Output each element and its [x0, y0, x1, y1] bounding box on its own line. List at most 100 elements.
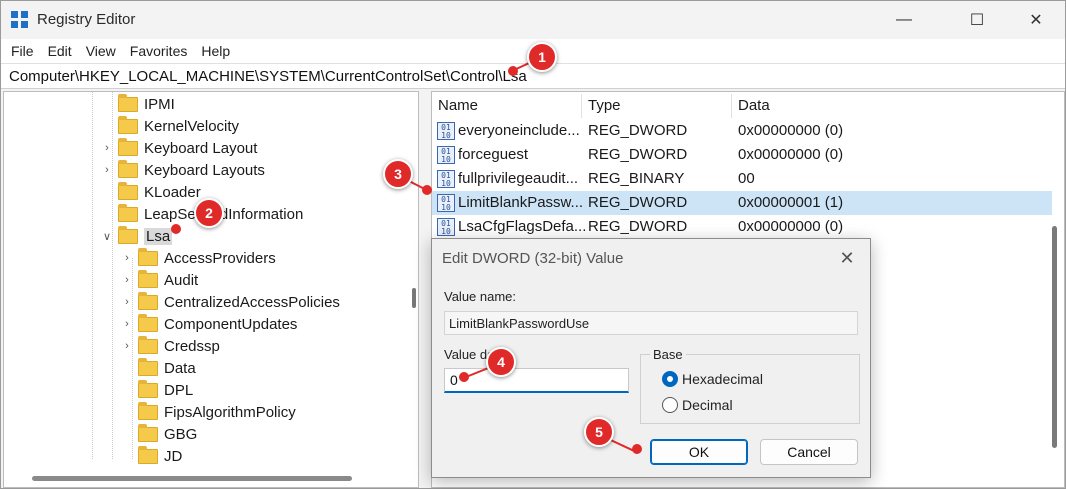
annotation-dot-4 — [459, 372, 469, 382]
value-name-label: Value name: — [444, 289, 517, 304]
annotation-dot-1 — [508, 66, 518, 76]
tree-node-lsa[interactable]: ∨ Lsa — [103, 225, 173, 247]
folder-icon — [118, 159, 138, 178]
menu-file[interactable]: File — [11, 43, 34, 59]
cell-data: 0x00000000 (0) — [738, 218, 844, 235]
dialog-close-button[interactable]: ✕ — [834, 245, 860, 271]
registry-value-icon: 01 10 — [437, 194, 455, 212]
chevron-right-icon[interactable]: › — [101, 164, 113, 176]
tree-node-ipmi[interactable]: IPMI — [118, 93, 175, 115]
cell-type: REG_DWORD — [588, 218, 688, 235]
menu-view[interactable]: View — [86, 43, 116, 59]
hexadecimal-radio[interactable] — [662, 371, 678, 387]
menu-help[interactable]: Help — [201, 43, 230, 59]
key-tree-panel[interactable]: IPMI KernelVelocity › Keyboard Layout › Keybo… — [3, 91, 419, 488]
cell-type: REG_DWORD — [588, 194, 688, 211]
cell-name: everyoneinclude... — [458, 122, 580, 139]
tree-node-audit[interactable]: › Audit — [125, 269, 199, 291]
decimal-radio-label[interactable]: Decimal — [682, 397, 733, 413]
list-row[interactable]: 01 10 everyoneinclude... REG_DWORD 0x0000000… — [432, 119, 1052, 143]
folder-icon — [138, 423, 158, 442]
value-data-input[interactable] — [444, 368, 629, 393]
folder-icon — [138, 269, 158, 288]
list-vertical-scrollbar[interactable] — [1052, 226, 1057, 448]
ok-button[interactable]: OK — [650, 439, 748, 465]
annotation-dot-3 — [422, 185, 432, 195]
tree-node-label: KLoader — [144, 183, 201, 201]
list-row[interactable]: 01 10 fullprivilegeaudit... REG_BINARY 00 — [432, 167, 1052, 191]
folder-icon — [118, 225, 138, 244]
column-separator[interactable] — [731, 94, 732, 118]
cell-name: fullprivilegeaudit... — [458, 170, 579, 187]
column-header-type[interactable]: Type — [588, 97, 621, 114]
list-row[interactable]: 01 10 LsaCfgFlagsDefa... REG_DWORD 0x0000000… — [432, 215, 1052, 239]
tree-node-kloader[interactable]: KLoader — [118, 181, 201, 203]
chevron-right-icon[interactable]: › — [121, 318, 133, 330]
tree-node-label: ComponentUpdates — [164, 315, 298, 333]
dialog-title: Edit DWORD (32-bit) Value — [442, 250, 624, 267]
tree-node-jd[interactable]: JD — [138, 445, 182, 467]
column-header-data[interactable]: Data — [738, 97, 770, 114]
maximize-button[interactable]: ☐ — [954, 1, 1000, 39]
window-title: Registry Editor — [37, 11, 136, 28]
close-button[interactable]: ✕ — [1013, 1, 1059, 39]
tree-horizontal-scrollbar[interactable] — [32, 476, 352, 481]
folder-icon — [138, 445, 158, 464]
list-row[interactable]: 01 10 LimitBlankPassw... REG_DWORD 0x0000000… — [432, 191, 1052, 215]
tree-node-data[interactable]: Data — [138, 357, 196, 379]
folder-icon — [118, 93, 138, 112]
column-separator[interactable] — [581, 94, 582, 118]
tree-node-fipsalgorithmpolicy[interactable]: FipsAlgorithmPolicy — [138, 401, 296, 423]
cell-data: 0x00000000 (0) — [738, 146, 844, 163]
annotation-badge-1: 1 — [527, 42, 557, 72]
hexadecimal-radio-label[interactable]: Hexadecimal — [682, 371, 763, 387]
tree-node-kernelvelocity[interactable]: KernelVelocity — [118, 115, 239, 137]
tree-node-keyboard layouts[interactable]: › Keyboard Layouts — [105, 159, 265, 181]
value-name-field: LimitBlankPasswordUse — [444, 311, 858, 335]
folder-icon — [138, 335, 158, 354]
tree-node-label: JD — [164, 447, 183, 465]
chevron-right-icon[interactable]: › — [121, 274, 133, 286]
annotation-badge-5: 5 — [584, 417, 614, 447]
cell-name: forceguest — [458, 146, 529, 163]
tree-vertical-scrollbar[interactable] — [412, 288, 416, 308]
folder-icon — [118, 137, 138, 156]
folder-icon — [138, 357, 158, 376]
chevron-right-icon[interactable]: › — [121, 252, 133, 264]
chevron-down-icon[interactable]: ∨ — [101, 230, 113, 243]
cell-type: REG_BINARY — [588, 170, 685, 187]
minimize-button[interactable]: — — [881, 1, 927, 39]
list-row[interactable]: 01 10 forceguest REG_DWORD 0x00000000 (0) — [432, 143, 1052, 167]
annotation-dot-5 — [632, 444, 642, 454]
base-group-box — [640, 354, 860, 424]
chevron-right-icon[interactable]: › — [101, 142, 113, 154]
chevron-right-icon[interactable]: › — [121, 340, 133, 352]
menu-edit[interactable]: Edit — [48, 43, 72, 59]
tree-node-accessproviders[interactable]: › AccessProviders — [125, 247, 276, 269]
address-path[interactable]: Computer\HKEY_LOCAL_MACHINE\SYSTEM\Curre… — [9, 68, 527, 85]
cell-type: REG_DWORD — [588, 122, 688, 139]
cell-data: 0x00000000 (0) — [738, 122, 844, 139]
registry-value-icon: 01 10 — [437, 170, 455, 188]
folder-icon — [138, 291, 158, 310]
column-header-name[interactable]: Name — [438, 97, 478, 114]
folder-icon — [138, 247, 158, 266]
tree-node-label: Data — [164, 359, 196, 377]
tree-node-gbg[interactable]: GBG — [138, 423, 197, 445]
chevron-right-icon[interactable]: › — [121, 296, 133, 308]
cancel-button[interactable]: Cancel — [760, 439, 858, 465]
tree-node-componentupdates[interactable]: › ComponentUpdates — [125, 313, 298, 335]
tree-node-label: Audit — [164, 271, 199, 289]
tree-node-credssp[interactable]: › Credssp — [125, 335, 220, 357]
title-bar: Registry Editor — ☐ ✕ — [1, 1, 1065, 39]
tree-node-label: IPMI — [144, 95, 175, 113]
tree-node-label: Keyboard Layout — [144, 139, 258, 157]
tree-node-label: DPL — [164, 381, 194, 399]
tree-node-keyboard layout[interactable]: › Keyboard Layout — [105, 137, 258, 159]
tree-node-centralizedaccesspolicies[interactable]: › CentralizedAccessPolicies — [125, 291, 340, 313]
tree-node-label: KernelVelocity — [144, 117, 240, 135]
tree-node-dpl[interactable]: DPL — [138, 379, 193, 401]
decimal-radio[interactable] — [662, 397, 678, 413]
menu-favorites[interactable]: Favorites — [130, 43, 188, 59]
annotation-dot-2 — [171, 224, 181, 234]
